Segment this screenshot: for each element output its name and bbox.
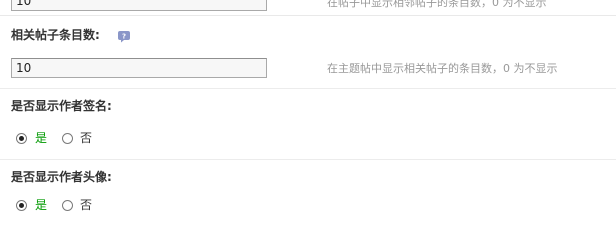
- previous-setting-hint: 在帖子中显示相邻帖子的条目数，0 为不显示: [327, 0, 547, 9]
- help-bubble-icon[interactable]: ?: [117, 28, 131, 43]
- show-avatar-yes-radio[interactable]: [16, 200, 27, 211]
- show-signature-yes-label[interactable]: 是: [35, 131, 47, 145]
- show-signature-yes-radio[interactable]: [16, 133, 27, 144]
- divider: [0, 159, 616, 160]
- show-avatar-yes-label[interactable]: 是: [35, 198, 47, 212]
- show-signature-no-label[interactable]: 否: [80, 131, 92, 145]
- previous-setting-input[interactable]: [11, 0, 267, 11]
- related-threads-hint: 在主题帖中显示相关帖子的条目数，0 为不显示: [327, 62, 558, 75]
- show-signature-title: 是否显示作者签名:: [11, 99, 112, 113]
- show-avatar-no-radio[interactable]: [62, 200, 73, 211]
- show-avatar-no-label[interactable]: 否: [80, 198, 92, 212]
- show-avatar-title: 是否显示作者头像:: [11, 170, 112, 184]
- show-signature-no-radio[interactable]: [62, 133, 73, 144]
- related-threads-title: 相关帖子条目数:: [11, 28, 100, 42]
- svg-text:?: ?: [122, 33, 126, 41]
- related-threads-input[interactable]: [11, 58, 267, 78]
- divider: [0, 88, 616, 89]
- previous-setting-row: 在帖子中显示相邻帖子的条目数，0 为不显示: [0, 0, 616, 16]
- settings-panel: 在帖子中显示相邻帖子的条目数，0 为不显示 相关帖子条目数: ? 在主题帖中显示…: [0, 0, 616, 212]
